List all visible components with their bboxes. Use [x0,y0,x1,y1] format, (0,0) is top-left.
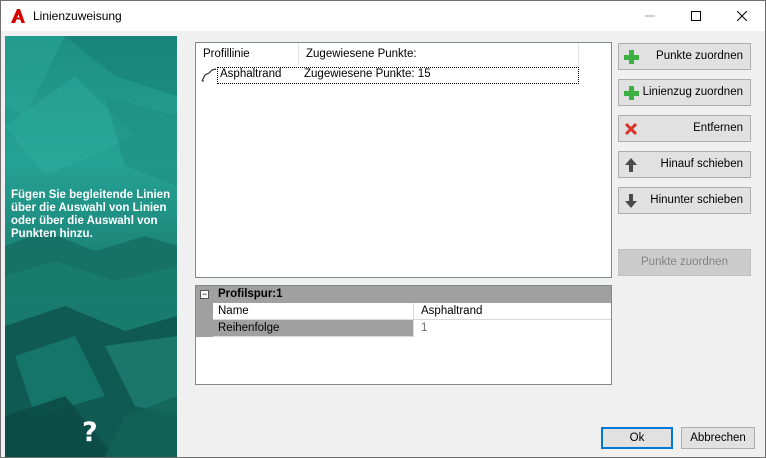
list-item[interactable]: Asphaltrand Zugewiesene Punkte: 15 [198,67,579,84]
column-header-zugewiesene-punkte[interactable]: Zugewiesene Punkte: [299,43,579,65]
collapse-toggle-icon[interactable]: − [200,290,209,299]
property-gutter [196,303,213,337]
assign-points-label: Punkte zuordnen [656,50,743,62]
list-header: Profillinie Zugewiesene Punkte: [196,43,611,65]
property-grid[interactable]: − Profilspur:1 Name Asphaltrand Reihenfo… [195,285,612,385]
window-title: Linienzuweisung [33,9,122,23]
dialog-window: Linienzuweisung Fügen Sie begleitende Li… [0,0,766,458]
arrow-down-icon [623,193,639,209]
landscape-illustration [5,36,177,457]
property-divider [413,320,414,337]
property-divider [413,303,414,320]
cancel-button[interactable]: Abbrechen [681,427,755,449]
property-value: 1 [421,322,428,334]
red-x-icon [623,121,639,137]
autocad-a-icon [10,8,26,24]
remove-button[interactable]: Entfernen [618,115,751,142]
maximize-button[interactable] [673,1,719,31]
info-banner: Fügen Sie begleitende Linien über die Au… [5,36,177,457]
profile-line-list[interactable]: Profillinie Zugewiesene Punkte: Asphaltr… [195,42,612,278]
assign-points-disabled-button[interactable]: Punkte zuordnen [618,249,751,276]
help-icon[interactable]: ? [82,417,98,448]
row-assigned-points: Zugewiesene Punkte: 15 [304,68,431,80]
column-header-profillinie[interactable]: Profillinie [196,43,299,65]
property-value-cell [414,320,611,337]
green-plus-icon [623,49,639,65]
green-plus-icon [623,85,639,101]
move-up-button[interactable]: Hinauf schieben [618,151,751,178]
title-bar: Linienzuweisung [1,1,765,31]
remove-label: Entfernen [693,122,743,134]
minimize-button[interactable] [627,1,673,31]
property-label: Reihenfolge [218,322,280,334]
move-up-label: Hinauf schieben [660,158,743,170]
arrow-up-icon [623,157,639,173]
property-row-order[interactable]: Reihenfolge 1 [213,320,611,337]
move-down-label: Hinunter schieben [650,194,743,206]
move-down-button[interactable]: Hinunter schieben [618,187,751,214]
row-profile-name: Asphaltrand [220,68,282,80]
assign-points-disabled-label: Punkte zuordnen [641,256,728,268]
assign-points-button[interactable]: Punkte zuordnen [618,43,751,70]
ok-button[interactable]: Ok [601,427,673,449]
property-category-label: Profilspur:1 [218,288,283,300]
assign-polyline-label: Linienzug zuordnen [642,86,743,98]
assign-polyline-button[interactable]: Linienzug zuordnen [618,79,751,106]
property-value[interactable]: Asphaltrand [421,305,482,317]
polyline-icon [201,68,217,82]
close-button[interactable] [719,1,765,31]
banner-description: Fügen Sie begleitende Linien über die Au… [11,189,171,240]
property-label: Name [218,305,249,317]
property-row-name[interactable]: Name Asphaltrand [213,303,611,320]
property-category[interactable]: − Profilspur:1 [196,286,611,303]
